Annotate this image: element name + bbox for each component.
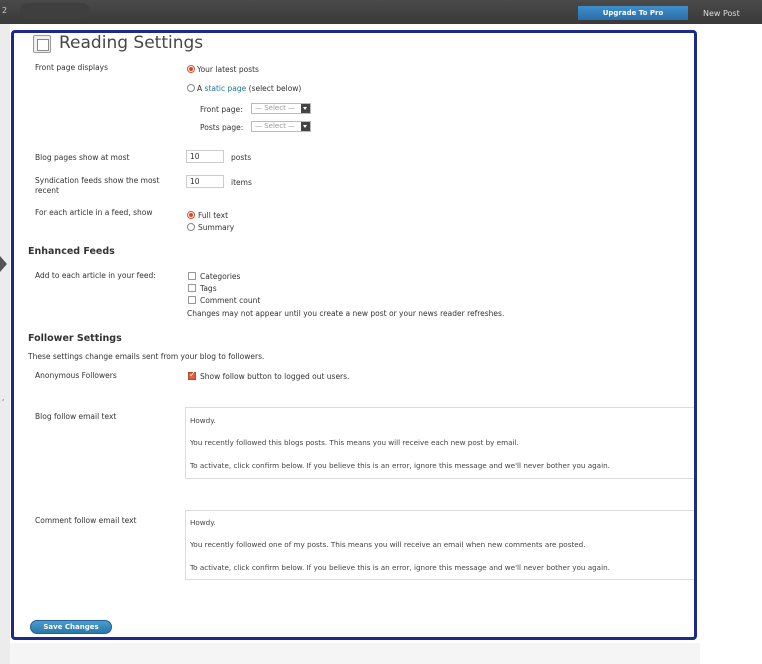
comment-email-line-3: To activate, click confirm below. If you…	[190, 563, 610, 572]
page-title: Reading Settings	[59, 33, 204, 53]
comment-follow-email-textarea[interactable]: Howdy. You recently followed one of my p…	[185, 510, 695, 580]
comment-follow-email-label: Comment follow email text	[35, 516, 137, 525]
radio-full-text[interactable]	[187, 211, 195, 219]
upgrade-to-pro-button[interactable]: Upgrade To Pro	[578, 6, 688, 20]
comment-email-line-1: Howdy.	[190, 518, 216, 527]
blog-email-line-3: To activate, click confirm below. If you…	[190, 461, 610, 470]
posts-page-select[interactable]: — Select —	[251, 121, 311, 132]
full-text-label: Full text	[198, 211, 229, 220]
follower-settings-heading: Follower Settings	[28, 333, 122, 344]
new-post-link[interactable]: New Post	[703, 9, 740, 18]
comment-count-label: Comment count	[200, 296, 261, 305]
blog-pages-unit: posts	[231, 153, 252, 162]
chevron-down-icon	[301, 122, 310, 131]
syndication-unit: items	[231, 178, 252, 187]
radio-latest-posts[interactable]	[187, 65, 195, 73]
front-page-select-label: Front page:	[200, 105, 243, 114]
blog-follow-email-label: Blog follow email text	[35, 412, 117, 421]
radio-summary[interactable]	[187, 223, 195, 231]
front-page-displays-label: Front page displays	[35, 63, 109, 72]
tags-label: Tags	[200, 284, 217, 293]
enhanced-feeds-note: Changes may not appear until you create …	[187, 309, 505, 318]
front-page-select[interactable]: — Select —	[251, 103, 311, 114]
checkbox-comment-count[interactable]	[188, 296, 196, 304]
checkbox-tags[interactable]	[188, 284, 196, 292]
sidebar-dot: ,	[2, 394, 5, 402]
blog-email-line-2: You recently followed this blogs posts. …	[190, 438, 519, 447]
latest-posts-label: Your latest posts	[197, 65, 259, 74]
comment-email-line-2: You recently followed one of my posts. T…	[190, 540, 586, 549]
site-logo-icon[interactable]	[20, 3, 90, 19]
show-follow-button-label: Show follow button to logged out users.	[200, 372, 350, 381]
static-page-link[interactable]: static page	[205, 84, 247, 93]
static-prefix: A	[197, 84, 203, 93]
blog-follow-email-textarea[interactable]: Howdy. You recently followed this blogs …	[185, 407, 695, 479]
blog-email-line-1: Howdy.	[190, 416, 216, 425]
admin-sidebar-edge	[0, 24, 10, 664]
admin-bar-number: 2	[2, 6, 8, 15]
save-changes-button[interactable]: Save Changes	[30, 620, 112, 634]
static-suffix: (select below)	[248, 84, 302, 93]
categories-label: Categories	[200, 272, 241, 281]
blog-pages-label: Blog pages show at most	[35, 153, 130, 162]
summary-label: Summary	[198, 223, 235, 232]
page-footer-area	[10, 643, 700, 664]
admin-bar: 2 Upgrade To Pro New Post	[0, 0, 762, 24]
enhanced-feeds-heading: Enhanced Feeds	[28, 246, 115, 257]
blog-pages-input[interactable]: 10	[186, 150, 224, 163]
front-page-select-value: — Select —	[255, 104, 296, 112]
posts-page-select-value: — Select —	[255, 122, 296, 130]
posts-page-select-label: Posts page:	[200, 123, 244, 132]
radio-static-page[interactable]	[187, 84, 195, 92]
checkbox-show-follow-button[interactable]	[188, 370, 196, 380]
feed-article-label: For each article in a feed, show	[35, 208, 153, 217]
static-page-option: A static page (select below)	[197, 84, 301, 93]
anonymous-followers-label: Anonymous Followers	[35, 371, 117, 380]
chevron-down-icon	[301, 104, 310, 113]
checkbox-categories[interactable]	[188, 272, 196, 280]
syndication-input[interactable]: 10	[186, 175, 224, 188]
enhanced-feeds-label: Add to each article in your feed:	[35, 271, 156, 280]
settings-page-icon	[33, 35, 51, 53]
syndication-label: Syndication feeds show the most recent	[35, 176, 160, 195]
follower-settings-description: These settings change emails sent from y…	[28, 352, 265, 361]
collapse-arrow-icon[interactable]	[0, 256, 7, 272]
